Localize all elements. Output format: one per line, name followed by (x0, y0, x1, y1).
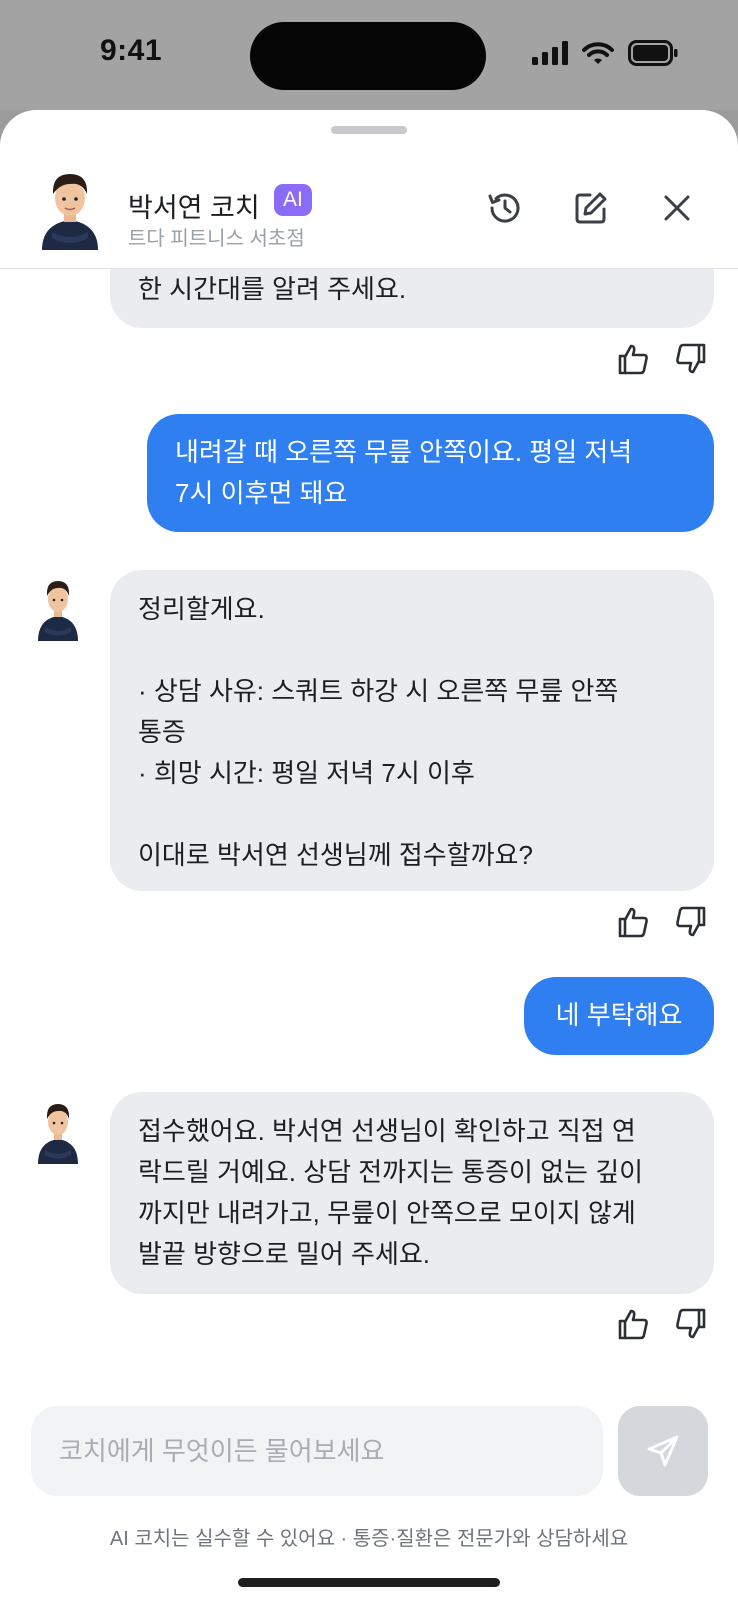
cellular-signal-icon (532, 41, 568, 65)
home-indicator (238, 1578, 500, 1587)
thumbs-down-icon (676, 906, 706, 937)
thumbs-down-button[interactable] (671, 902, 711, 942)
send-button[interactable] (618, 1406, 708, 1496)
coach-avatar (38, 581, 78, 641)
close-button[interactable] (655, 186, 699, 230)
dynamic-island (250, 22, 486, 90)
thumbs-up-icon (618, 907, 648, 938)
status-bar: 9:41 (0, 0, 738, 110)
history-icon (488, 193, 520, 223)
message-input[interactable] (31, 1406, 603, 1496)
new-chat-button[interactable] (569, 186, 613, 230)
wifi-icon (582, 42, 614, 64)
coach-name: 박서연 코치 (128, 193, 260, 223)
chat-header: 박서연 코치 AI 트다 피트니스 서초점 (0, 150, 738, 269)
battery-icon (628, 40, 678, 66)
sheet-grabber[interactable] (331, 126, 407, 134)
thumbs-down-icon (676, 343, 706, 374)
ai-disclaimer: AI 코치는 실수할 수 있어요 · 통증·질환은 전문가와 상담하세요 (109, 1528, 629, 1550)
thumbs-up-button[interactable] (613, 1304, 653, 1344)
thumbs-up-icon (618, 1309, 648, 1340)
coach-avatar (42, 174, 98, 250)
thumbs-down-button[interactable] (671, 1304, 711, 1344)
status-time: 9:41 (100, 34, 163, 67)
close-icon (664, 195, 690, 221)
edit-icon (575, 192, 607, 224)
chat-sheet: 박서연 코치 AI 트다 피트니스 서초점 한 시간대를 알려 주세요. 내려갈… (0, 110, 738, 1600)
coach-message: 접수했어요. 박서연 선생님이 확인하고 직접 연 락드릴 거예요. 상담 전까… (110, 1092, 714, 1294)
history-button[interactable] (483, 186, 527, 230)
thumbs-down-icon (676, 1308, 706, 1339)
user-message: 네 부탁해요 (524, 977, 714, 1055)
thumbs-up-button[interactable] (613, 339, 653, 379)
thumbs-down-button[interactable] (671, 339, 711, 379)
gym-name: 트다 피트니스 서초점 (128, 228, 305, 250)
status-icons (532, 38, 678, 68)
message-list[interactable]: 한 시간대를 알려 주세요. 내려갈 때 오른쪽 무릎 안쪽이요. 평일 저녁 … (0, 269, 738, 1375)
ai-badge: AI (274, 184, 312, 216)
user-message: 내려갈 때 오른쪽 무릎 안쪽이요. 평일 저녁 7시 이후면 돼요 (147, 414, 714, 532)
send-icon (647, 1435, 679, 1467)
coach-message: 정리할게요. · 상담 사유: 스쿼트 하강 시 오른쪽 무릎 안쪽 통증 · … (110, 570, 714, 891)
thumbs-up-button[interactable] (613, 902, 653, 942)
coach-message: 한 시간대를 알려 주세요. (110, 269, 714, 328)
thumbs-up-icon (618, 344, 648, 375)
coach-avatar (38, 1104, 78, 1164)
